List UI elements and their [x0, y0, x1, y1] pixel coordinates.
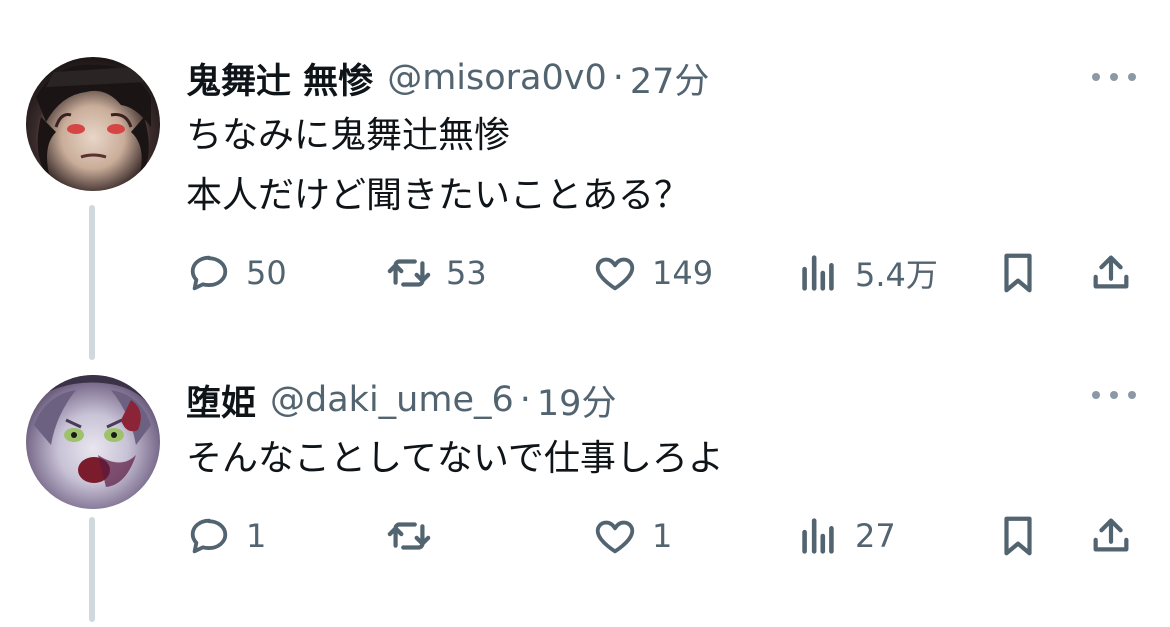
reply-button[interactable]: 1	[186, 511, 266, 561]
reply-count: 50	[246, 254, 287, 292]
view-count: 27	[855, 517, 896, 555]
tweet-daki[interactable]: 堕姫 @daki_ume_6 · 19分 そんなことしてないで仕事しろよ 1 1…	[0, 365, 1170, 627]
timestamp[interactable]: 19分	[537, 375, 617, 426]
display-name[interactable]: 堕姫	[186, 375, 256, 426]
tweet-text-line: ちなみに鬼舞辻無惨	[186, 115, 511, 156]
separator-dot: ·	[612, 58, 624, 98]
tweet-header: 堕姫 @daki_ume_6 · 19分	[186, 375, 616, 425]
bookmark-button[interactable]	[995, 248, 1041, 298]
like-count: 1	[652, 517, 673, 555]
retweet-button[interactable]	[386, 511, 446, 561]
separator-dot: ·	[519, 380, 531, 420]
tweet-text: ちなみに鬼舞辻無惨 本人だけど聞きたいことある？	[186, 106, 690, 226]
user-handle[interactable]: @daki_ume_6	[270, 380, 514, 420]
views-button[interactable]: 5.4万	[795, 248, 938, 298]
action-bar: 1 1 27	[0, 511, 1170, 561]
speech-bubble-icon	[190, 518, 228, 554]
tweet-text-line: 本人だけど聞きたいことある？	[186, 175, 691, 216]
bookmark-icon	[1004, 253, 1032, 293]
bar-chart-icon	[802, 518, 834, 554]
avatar[interactable]	[26, 57, 160, 191]
heart-icon	[595, 257, 635, 291]
view-count: 5.4万	[855, 256, 938, 294]
timestamp[interactable]: 27分	[630, 53, 710, 104]
retweet-arrows-icon	[387, 259, 431, 287]
more-options-icon[interactable]	[1092, 385, 1136, 405]
views-button[interactable]: 27	[795, 511, 896, 561]
heart-icon	[595, 520, 635, 554]
retweet-button[interactable]: 53	[386, 248, 487, 298]
tweet-text-line: そんなことしてないで仕事しろよ	[186, 438, 724, 479]
like-button[interactable]: 1	[592, 511, 672, 561]
share-upload-icon	[1093, 255, 1129, 289]
like-button[interactable]: 149	[592, 248, 713, 298]
user-handle[interactable]: @misora0v0	[387, 58, 607, 98]
bookmark-button[interactable]	[995, 511, 1041, 561]
tweet-muzan[interactable]: 鬼舞辻 無惨 @misora0v0 · 27分 ちなみに鬼舞辻無惨 本人だけど聞…	[0, 0, 1170, 365]
share-button[interactable]	[1088, 248, 1134, 298]
reply-count: 1	[246, 517, 267, 555]
retweet-count: 53	[446, 254, 487, 292]
retweet-arrows-icon	[387, 522, 431, 550]
bookmark-icon	[1004, 516, 1032, 556]
share-upload-icon	[1093, 518, 1129, 552]
tweet-header: 鬼舞辻 無惨 @misora0v0 · 27分	[186, 53, 709, 103]
ellipsis-icon	[1092, 391, 1100, 399]
display-name[interactable]: 鬼舞辻 無惨	[186, 53, 373, 104]
action-bar: 50 53 149 5.4万	[0, 248, 1170, 298]
share-button[interactable]	[1088, 511, 1134, 561]
speech-bubble-icon	[190, 255, 228, 291]
tweet-text: そんなことしてないで仕事しろよ	[186, 429, 724, 489]
bar-chart-icon	[802, 255, 834, 291]
avatar[interactable]	[26, 375, 160, 509]
more-options-icon[interactable]	[1092, 67, 1136, 87]
like-count: 149	[652, 254, 714, 292]
reply-button[interactable]: 50	[186, 248, 287, 298]
ellipsis-icon	[1092, 73, 1100, 81]
